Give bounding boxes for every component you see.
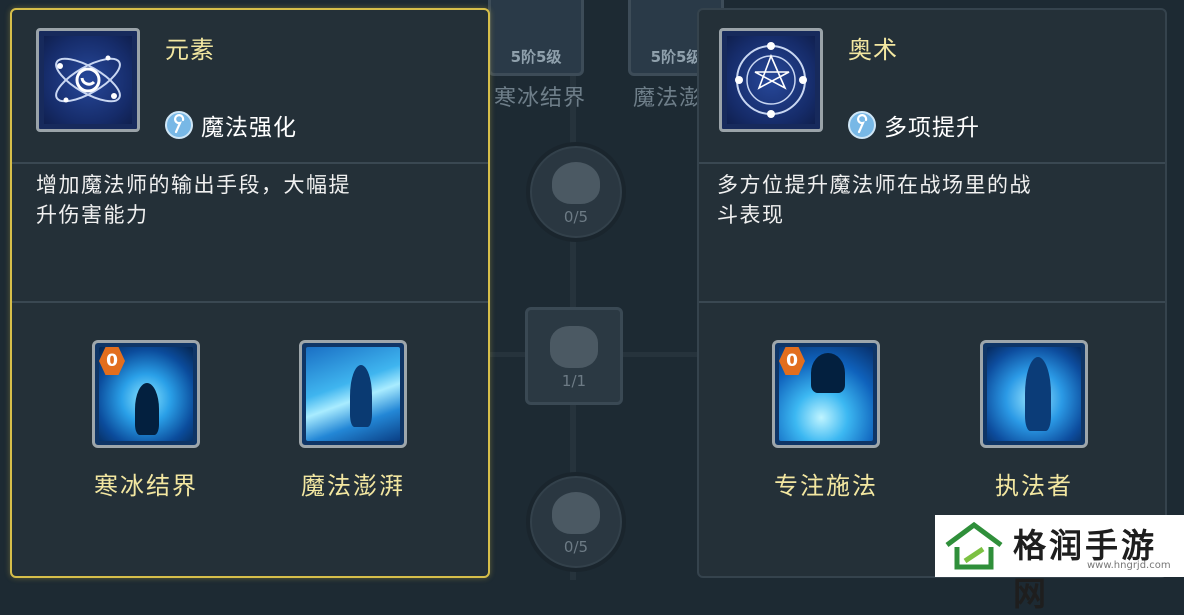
bg-skill-name: 魔法澎 (633, 86, 703, 111)
magic-staff-icon (165, 111, 193, 139)
mage-silhouette-icon (550, 326, 598, 368)
panel-tag-label: 多项提升 (884, 115, 980, 141)
panel-title: 奥术 (848, 36, 898, 64)
description-line: 升伤害能力 (36, 203, 149, 227)
panel-tag-label: 魔法强化 (201, 115, 297, 141)
description-line: 增加魔法师的输出手段，大幅提 (36, 173, 351, 197)
bg-skill-level: 5阶5级 (510, 48, 562, 66)
magic-circle-icon (719, 28, 823, 132)
house-logo-icon (943, 521, 1005, 571)
skill-ice-barrier[interactable]: 0 (92, 340, 200, 448)
node-progress: 0/5 (563, 208, 589, 226)
divider (12, 301, 488, 303)
mage-figure (1025, 357, 1051, 431)
bg-skill-node[interactable]: 0/5 (526, 142, 626, 242)
site-watermark: 格润手游网 www.hngrjd.com (935, 515, 1184, 613)
panel-tag: 魔法强化 (165, 108, 297, 142)
skill-name: 专注施法 (774, 472, 878, 500)
skill-focused-casting[interactable]: 0 (772, 340, 880, 448)
description-line: 多方位提升魔法师在战场里的战 (717, 173, 1032, 197)
description-line: 斗表现 (717, 203, 785, 227)
divider (699, 301, 1165, 303)
panel-tag: 多项提升 (848, 108, 980, 142)
divider (699, 162, 1165, 164)
panel-description: 增加魔法师的输出手段，大幅提 升伤害能力 (36, 170, 416, 230)
talent-panel-elements[interactable]: 元素 魔法强化 增加魔法师的输出手段，大幅提 升伤害能力 0 寒冰结界 魔法澎湃 (10, 8, 490, 578)
node-progress: 1/1 (561, 372, 587, 390)
mage-figure (811, 353, 845, 393)
panel-description: 多方位提升魔法师在战场里的战 斗表现 (717, 170, 1097, 230)
skill-name: 执法者 (995, 472, 1073, 500)
helmet-icon (552, 162, 600, 204)
mage-figure (135, 383, 159, 435)
skill-name: 魔法澎湃 (301, 472, 405, 500)
atom-orbit-icon (36, 28, 140, 132)
panel-title: 元素 (165, 36, 215, 64)
mage-figure (350, 365, 372, 427)
skill-enforcer[interactable] (980, 340, 1088, 448)
bg-skill-node[interactable]: 1/1 (525, 307, 623, 405)
node-progress: 0/5 (563, 538, 589, 556)
magic-staff-icon (848, 111, 876, 139)
robe-icon (552, 492, 600, 534)
skill-magic-surge[interactable] (299, 340, 407, 448)
bg-skill-card[interactable]: 5阶5级 (488, 0, 584, 76)
divider (12, 162, 488, 164)
bg-skill-name: 寒冰结界 (494, 86, 587, 111)
bg-skill-node[interactable]: 0/5 (526, 472, 626, 572)
skill-name: 寒冰结界 (94, 472, 198, 500)
talent-panel-arcane[interactable]: 奥术 多项提升 多方位提升魔法师在战场里的战 斗表现 0 专注施法 执法者 (697, 8, 1167, 578)
watermark-url: www.hngrjd.com (1087, 560, 1171, 571)
